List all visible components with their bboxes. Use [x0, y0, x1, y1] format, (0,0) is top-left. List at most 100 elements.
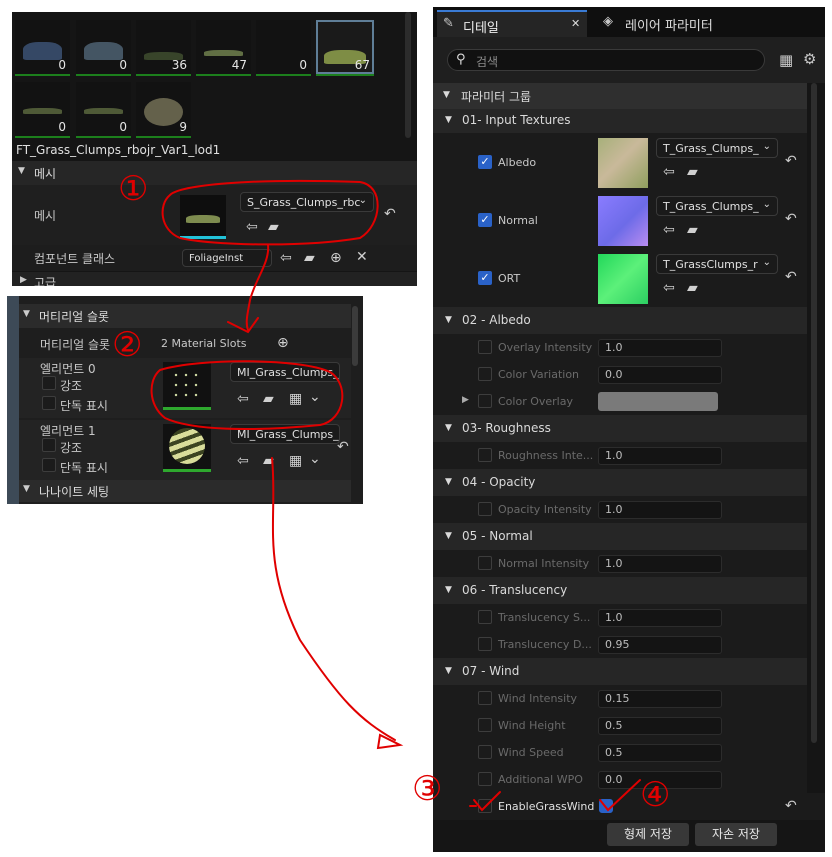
mesh-thumbnail[interactable] — [180, 195, 226, 239]
thumbnail[interactable]: 0 — [76, 82, 131, 138]
browse-icon[interactable]: ▰ — [263, 454, 274, 468]
value-field[interactable]: 1.0 — [598, 501, 722, 519]
gear-icon[interactable]: ⚙ — [803, 50, 816, 68]
material-thumbnail[interactable] — [163, 424, 211, 472]
value-field[interactable]: 0.15 — [598, 690, 722, 708]
highlight-checkbox[interactable] — [42, 438, 56, 452]
chevron-down-icon[interactable]: ⌄ — [309, 390, 321, 404]
thumbnail[interactable]: 36 — [136, 20, 191, 76]
thumbnail[interactable]: 0 — [76, 20, 131, 76]
ort-checkbox[interactable]: ✓ — [478, 271, 492, 285]
browse-icon[interactable]: ▰ — [687, 165, 698, 179]
add-icon[interactable]: ⊕ — [277, 336, 289, 350]
albedo-checkbox[interactable]: ✓ — [478, 155, 492, 169]
reset-icon[interactable]: ↶ — [785, 212, 797, 226]
section-header-material-slots[interactable]: ▼ 머티리얼 슬롯 — [19, 304, 351, 328]
checker-icon[interactable]: ▦ — [289, 392, 302, 406]
thumbnail[interactable]: 47 — [196, 20, 251, 76]
save-sibling-button[interactable]: 형제 저장 — [607, 823, 689, 846]
texture-dropdown[interactable]: T_GrassClumps_r ⌄ — [656, 254, 778, 274]
normal-checkbox[interactable]: ✓ — [478, 213, 492, 227]
thumbnail[interactable]: 0 — [15, 82, 70, 138]
param-checkbox[interactable] — [478, 691, 492, 705]
color-swatch[interactable] — [598, 392, 718, 411]
group-header-albedo[interactable]: ▼ 02 - Albedo — [433, 307, 807, 334]
use-selected-icon[interactable]: ⇦ — [246, 220, 258, 234]
group-header-input-textures[interactable]: ▼ 01- Input Textures — [433, 109, 807, 133]
group-header-normal[interactable]: ▼ 05 - Normal — [433, 523, 807, 550]
material-dropdown[interactable]: MI_Grass_Clumps_ — [230, 424, 340, 444]
thumbnail[interactable]: 9 — [136, 82, 191, 138]
checker-icon[interactable]: ▦ — [289, 454, 302, 468]
add-icon[interactable]: ⊕ — [330, 251, 342, 265]
texture-dropdown[interactable]: T_Grass_Clumps_ ⌄ — [656, 138, 778, 158]
value-field[interactable]: 0.0 — [598, 366, 722, 384]
browse-icon[interactable]: ▰ — [268, 220, 279, 234]
tab-layer-parameters[interactable]: ◈ 레이어 파라미터 — [599, 10, 779, 37]
browse-icon[interactable]: ▰ — [687, 281, 698, 295]
group-header-roughness[interactable]: ▼ 03- Roughness — [433, 415, 807, 442]
close-icon[interactable]: ✕ — [571, 17, 580, 30]
use-selected-icon[interactable]: ⇦ — [663, 223, 675, 237]
reset-icon[interactable]: ↶ — [384, 207, 396, 221]
scrollbar[interactable] — [405, 12, 411, 138]
reset-icon[interactable]: ↶ — [785, 799, 797, 813]
use-selected-icon[interactable]: ⇦ — [280, 251, 292, 265]
thumbnail[interactable]: 0 — [256, 20, 311, 76]
param-checkbox[interactable] — [478, 502, 492, 516]
group-header-opacity[interactable]: ▼ 04 - Opacity — [433, 469, 807, 496]
reset-icon[interactable]: ↶ — [785, 270, 797, 284]
mesh-dropdown[interactable]: S_Grass_Clumps_rbc ⌄ — [240, 192, 374, 212]
highlight-checkbox[interactable] — [42, 376, 56, 390]
isolate-checkbox[interactable] — [42, 396, 56, 410]
use-selected-icon[interactable]: ⇦ — [237, 454, 249, 468]
texture-dropdown[interactable]: T_Grass_Clumps_ ⌄ — [656, 196, 778, 216]
thumbnail-selected[interactable]: 67 — [316, 20, 374, 76]
param-checkbox[interactable] — [478, 367, 492, 381]
param-checkbox[interactable] — [478, 637, 492, 651]
browse-icon[interactable]: ▰ — [304, 251, 315, 265]
value-field[interactable]: 0.5 — [598, 744, 722, 762]
material-dropdown[interactable]: MI_Grass_Clumps_ — [230, 362, 340, 382]
thumbnail[interactable]: 0 — [15, 20, 70, 76]
expand-arrow-icon[interactable]: ▶ — [462, 395, 469, 405]
ort-texture-thumbnail[interactable] — [598, 254, 648, 304]
scrollbar[interactable] — [352, 306, 358, 366]
browse-icon[interactable]: ▰ — [263, 392, 274, 406]
normal-texture-thumbnail[interactable] — [598, 196, 648, 246]
reset-icon[interactable]: ↶ — [337, 440, 349, 454]
material-thumbnail[interactable] — [163, 362, 211, 410]
value-field[interactable]: 1.0 — [598, 555, 722, 573]
use-selected-icon[interactable]: ⇦ — [663, 165, 675, 179]
tab-details[interactable]: ✎ 디테일 ✕ — [437, 10, 587, 37]
use-selected-icon[interactable]: ⇦ — [237, 392, 249, 406]
value-field[interactable]: 0.0 — [598, 771, 722, 789]
scrollbar[interactable] — [811, 83, 817, 743]
group-header-translucency[interactable]: ▼ 06 - Translucency — [433, 577, 807, 604]
value-field[interactable]: 0.5 — [598, 717, 722, 735]
value-field[interactable]: 0.95 — [598, 636, 722, 654]
search-input[interactable]: ⚲ 검색 — [447, 49, 765, 71]
enable-grass-wind-checkbox[interactable] — [599, 799, 613, 813]
browse-icon[interactable]: ▰ — [687, 223, 698, 237]
param-checkbox[interactable] — [478, 718, 492, 732]
param-checkbox[interactable] — [478, 556, 492, 570]
albedo-texture-thumbnail[interactable] — [598, 138, 648, 188]
close-icon[interactable]: ✕ — [356, 250, 368, 264]
isolate-checkbox[interactable] — [42, 458, 56, 472]
param-group-header[interactable]: ▼ 파라미터 그룹 — [433, 83, 807, 109]
param-checkbox[interactable] — [478, 340, 492, 354]
value-field[interactable]: 1.0 — [598, 447, 722, 465]
param-checkbox[interactable] — [478, 745, 492, 759]
param-checkbox[interactable] — [478, 772, 492, 786]
section-header-mesh[interactable]: ▼ 메시 — [12, 161, 417, 185]
reset-icon[interactable]: ↶ — [785, 154, 797, 168]
use-selected-icon[interactable]: ⇦ — [663, 281, 675, 295]
param-checkbox[interactable] — [478, 610, 492, 624]
table-view-icon[interactable]: ▦ — [779, 51, 793, 69]
value-field[interactable]: 1.0 — [598, 339, 722, 357]
chevron-down-icon[interactable]: ⌄ — [309, 452, 321, 466]
enable-grass-wind-override-checkbox[interactable] — [478, 799, 492, 813]
param-checkbox[interactable] — [478, 448, 492, 462]
section-header-advanced[interactable]: ▶ 고급 — [12, 272, 417, 286]
